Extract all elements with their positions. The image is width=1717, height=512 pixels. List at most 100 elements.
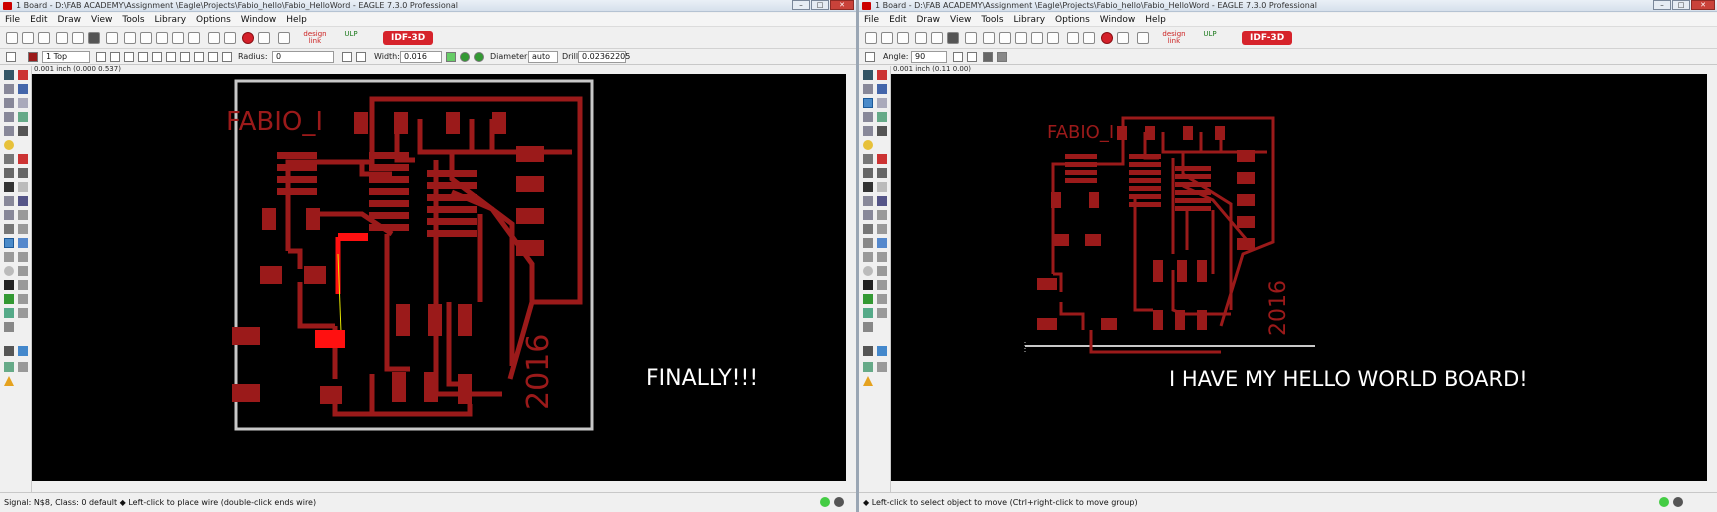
width-input[interactable]: 0.016 bbox=[400, 51, 442, 63]
hole-icon[interactable] bbox=[863, 294, 873, 304]
ulp-logo[interactable]: ULP bbox=[1199, 31, 1221, 38]
title-bar[interactable]: 1 Board - D:\FAB ACADEMY\Assignment \Eag… bbox=[859, 0, 1717, 12]
zoom-out-icon[interactable] bbox=[156, 32, 168, 44]
rotate-left-icon[interactable] bbox=[953, 52, 963, 62]
hole-icon[interactable] bbox=[4, 294, 14, 304]
zoom-fit-icon[interactable] bbox=[983, 32, 995, 44]
copy-icon[interactable] bbox=[18, 98, 28, 108]
idf-3d-button[interactable]: IDF-3D bbox=[1242, 31, 1293, 45]
display-icon[interactable] bbox=[4, 84, 14, 94]
lock-icon[interactable] bbox=[4, 182, 14, 192]
wire-icon[interactable] bbox=[863, 238, 873, 248]
lock-icon[interactable] bbox=[863, 182, 873, 192]
text-icon[interactable] bbox=[877, 238, 887, 248]
rotate-icon[interactable] bbox=[18, 112, 28, 122]
zoom-redraw-icon[interactable] bbox=[1031, 32, 1043, 44]
diameter-input[interactable]: auto bbox=[528, 51, 558, 63]
drill-input[interactable]: 0.02362205 bbox=[578, 51, 630, 63]
ulp-icon[interactable] bbox=[106, 32, 118, 44]
maximize-button[interactable]: □ bbox=[1672, 0, 1690, 10]
errors-icon[interactable] bbox=[4, 362, 14, 372]
mirror-icon[interactable] bbox=[4, 112, 14, 122]
menu-window[interactable]: Window bbox=[236, 13, 282, 27]
info-icon[interactable] bbox=[863, 70, 873, 80]
arc-icon[interactable] bbox=[18, 252, 28, 262]
optimize-icon[interactable] bbox=[863, 210, 873, 220]
miter-icon[interactable] bbox=[4, 196, 14, 206]
bend-style-8-icon[interactable] bbox=[208, 52, 218, 62]
grid-icon[interactable] bbox=[865, 52, 875, 62]
via-shape-octagon-icon[interactable] bbox=[474, 52, 484, 62]
name-icon[interactable] bbox=[4, 168, 14, 178]
pinswap-icon[interactable] bbox=[877, 362, 887, 372]
undo-icon[interactable] bbox=[1067, 32, 1079, 44]
minimize-button[interactable]: – bbox=[792, 0, 810, 10]
warning-icon[interactable] bbox=[4, 376, 14, 386]
open-icon[interactable] bbox=[6, 32, 18, 44]
show-icon[interactable] bbox=[18, 70, 28, 80]
optimize-icon[interactable] bbox=[4, 210, 14, 220]
menu-tools[interactable]: Tools bbox=[976, 13, 1008, 27]
add-icon[interactable] bbox=[18, 154, 28, 164]
menu-edit[interactable]: Edit bbox=[25, 13, 52, 27]
change-icon[interactable] bbox=[18, 126, 28, 136]
close-button[interactable]: ✕ bbox=[1691, 0, 1715, 10]
miter-straight-icon[interactable] bbox=[356, 52, 366, 62]
via-tool-icon[interactable] bbox=[863, 280, 873, 290]
print-icon[interactable] bbox=[38, 32, 50, 44]
close-button[interactable]: ✕ bbox=[830, 0, 854, 10]
bend-style-2-icon[interactable] bbox=[124, 52, 134, 62]
ulp-icon[interactable] bbox=[965, 32, 977, 44]
warning-icon[interactable] bbox=[863, 376, 873, 386]
smash-icon[interactable] bbox=[877, 182, 887, 192]
via-shape-round-icon[interactable] bbox=[460, 52, 470, 62]
board-editor-canvas[interactable]: FABIO_I 2016 I HAVE MY HELLO WORLD BOARD… bbox=[891, 74, 1707, 481]
wire-icon[interactable] bbox=[4, 238, 14, 248]
info-icon[interactable] bbox=[4, 70, 14, 80]
vertical-scrollbar[interactable] bbox=[846, 74, 856, 481]
group-icon[interactable] bbox=[4, 126, 14, 136]
polygon-icon[interactable] bbox=[877, 266, 887, 276]
bend-style-1-icon[interactable] bbox=[110, 52, 120, 62]
dimension-icon[interactable] bbox=[863, 308, 873, 318]
errors-icon[interactable] bbox=[863, 362, 873, 372]
radius-input[interactable]: 0 bbox=[272, 51, 334, 63]
pinswap-icon[interactable] bbox=[18, 362, 28, 372]
menu-help[interactable]: Help bbox=[281, 13, 312, 27]
bend-style-3-icon[interactable] bbox=[138, 52, 148, 62]
script-icon[interactable] bbox=[947, 32, 959, 44]
meander-icon[interactable] bbox=[877, 210, 887, 220]
value-icon[interactable] bbox=[877, 168, 887, 178]
mirror-icon[interactable] bbox=[863, 112, 873, 122]
menu-help[interactable]: Help bbox=[1140, 13, 1171, 27]
meander-icon[interactable] bbox=[18, 210, 28, 220]
vertical-scrollbar[interactable] bbox=[1707, 74, 1717, 481]
minimize-button[interactable]: – bbox=[1653, 0, 1671, 10]
redo-icon[interactable] bbox=[1083, 32, 1095, 44]
cam-icon[interactable] bbox=[56, 32, 68, 44]
zoom-select-icon[interactable] bbox=[188, 32, 200, 44]
layer-select[interactable]: 1 Top bbox=[42, 51, 90, 63]
text-icon[interactable] bbox=[18, 238, 28, 248]
undo-icon[interactable] bbox=[208, 32, 220, 44]
grid-icon[interactable] bbox=[6, 52, 16, 62]
mirror-toggle-icon[interactable] bbox=[983, 52, 993, 62]
status-help-icon[interactable] bbox=[834, 497, 844, 507]
design-link-logo[interactable]: design link bbox=[1159, 31, 1189, 45]
idf-3d-button[interactable]: IDF-3D bbox=[383, 31, 434, 45]
ulp-logo[interactable]: ULP bbox=[340, 31, 362, 38]
menu-file[interactable]: File bbox=[859, 13, 884, 27]
show-icon[interactable] bbox=[877, 70, 887, 80]
script-icon[interactable] bbox=[88, 32, 100, 44]
menu-library[interactable]: Library bbox=[1009, 13, 1050, 27]
via-tool-icon[interactable] bbox=[4, 280, 14, 290]
dimension-icon[interactable] bbox=[4, 308, 14, 318]
menu-options[interactable]: Options bbox=[191, 13, 236, 27]
drc-icon[interactable] bbox=[4, 346, 14, 356]
angle-select[interactable]: 90 bbox=[911, 51, 947, 63]
menu-library[interactable]: Library bbox=[150, 13, 191, 27]
go-icon[interactable] bbox=[258, 32, 270, 44]
value-icon[interactable] bbox=[18, 168, 28, 178]
erc-icon[interactable] bbox=[18, 346, 28, 356]
redo-icon[interactable] bbox=[224, 32, 236, 44]
